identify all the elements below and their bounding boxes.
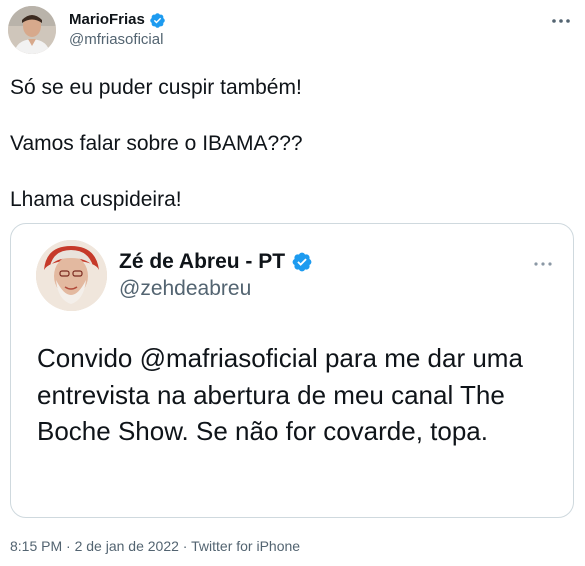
author-handle[interactable]: @mfriasoficial [69, 31, 163, 49]
verified-badge-icon [292, 252, 312, 272]
quoted-tweet-text: Convido @mafriasoficial para me dar uma … [37, 343, 523, 446]
verified-badge-icon [150, 12, 165, 28]
quoted-tweet[interactable]: Zé de Abreu - PT @zehdeabreu Convido @ma… [10, 223, 574, 518]
quoted-author-handle[interactable]: @zehdeabreu [119, 277, 251, 301]
quoted-author-name-row: Zé de Abreu - PT [119, 250, 313, 274]
tweet-text-line: Vamos falar sobre o IBAMA??? [10, 132, 303, 155]
author-avatar-image [8, 6, 56, 54]
tweet-text: Só se eu puder cuspir também! Vamos fala… [10, 74, 570, 242]
tweet: MarioFrias @mfriasoficial Só se eu puder… [0, 0, 585, 566]
more-options-icon [552, 19, 570, 23]
author-name-row: MarioFrias [69, 11, 166, 29]
tweet-time[interactable]: 8:15 PM [10, 538, 62, 554]
meta-separator: · [62, 538, 75, 554]
meta-separator: · [178, 538, 192, 554]
author-avatar[interactable] [8, 6, 56, 54]
quoted-author-display-name[interactable]: Zé de Abreu - PT [119, 250, 285, 274]
tweet-text-line: Só se eu puder cuspir também! [10, 76, 302, 99]
more-options-button[interactable] [549, 14, 573, 28]
quoted-author-avatar[interactable] [36, 240, 107, 311]
tweet-metadata: 8:15 PM · 2 de jan de 2022 · Twitter for… [10, 537, 300, 555]
tweet-source[interactable]: Twitter for iPhone [191, 538, 300, 554]
more-options-icon [534, 262, 552, 266]
author-display-name[interactable]: MarioFrias [69, 11, 145, 29]
quoted-author-avatar-image [36, 240, 107, 311]
tweet-date[interactable]: 2 de jan de 2022 [75, 538, 179, 554]
tweet-text-line: Lhama cuspideira! [10, 188, 182, 211]
quoted-more-options-button[interactable] [531, 258, 555, 270]
